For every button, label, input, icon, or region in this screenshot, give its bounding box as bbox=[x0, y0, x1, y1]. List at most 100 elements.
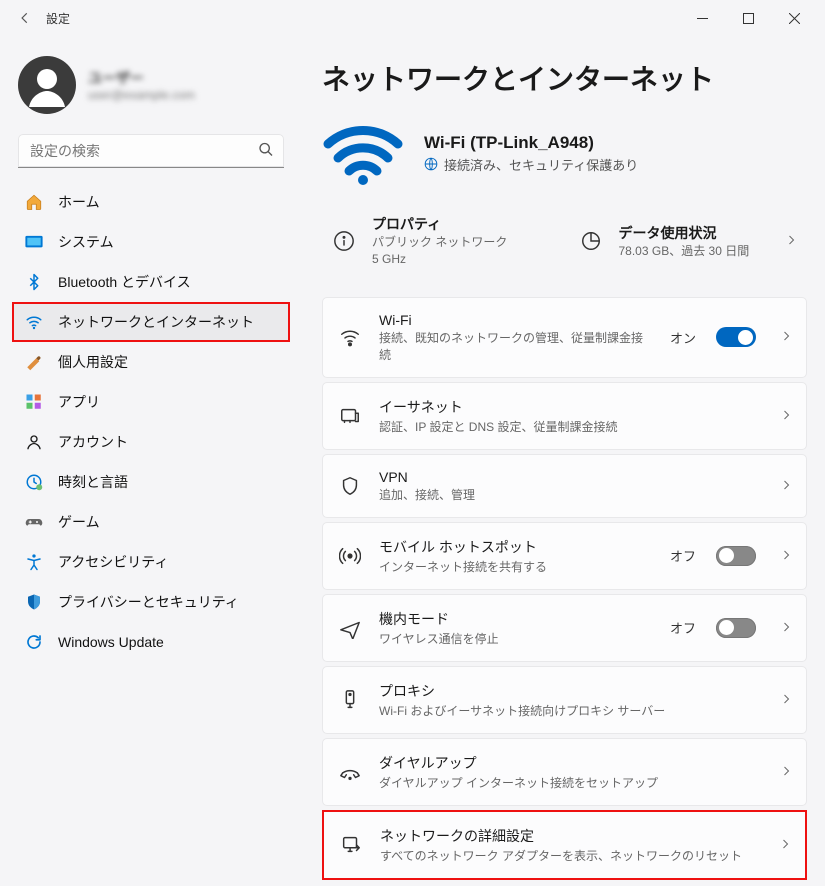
tile-proxy[interactable]: プロキシ Wi-Fi およびイーサネット接続向けプロキシ サーバー bbox=[322, 666, 807, 734]
tile-title: モバイル ホットスポット bbox=[379, 537, 654, 557]
chevron-right-icon bbox=[772, 764, 792, 780]
wifi-status-icon bbox=[322, 118, 404, 188]
sidebar-item-label: システム bbox=[58, 232, 114, 252]
tile-title: プロキシ bbox=[379, 681, 756, 701]
wifi-ssid: Wi-Fi (TP-Link_A948) bbox=[424, 133, 638, 153]
sidebar-item-personalize[interactable]: 個人用設定 bbox=[12, 342, 290, 382]
main-panel: ネットワークとインターネット Wi-Fi (TP-Link_A948) 接続済み… bbox=[300, 36, 825, 886]
quick-item-usage[interactable]: データ使用状況 78.03 GB、過去 30 日間 bbox=[569, 206, 808, 277]
sidebar-item-system[interactable]: システム bbox=[12, 222, 290, 262]
sidebar-item-label: アクセシビリティ bbox=[58, 552, 168, 572]
tile-hotspot[interactable]: モバイル ホットスポット インターネット接続を共有する オフ bbox=[322, 522, 807, 590]
quick-title: プロパティ bbox=[372, 214, 555, 234]
avatar bbox=[18, 56, 76, 114]
tile-advanced[interactable]: ネットワークの詳細設定 すべてのネットワーク アダプターを表示、ネットワークのリ… bbox=[322, 810, 807, 880]
wifi-status-sub: 接続済み、セキュリティ保護あり bbox=[444, 155, 638, 174]
tile-ethernet[interactable]: イーサネット 認証、IP 設定と DNS 設定、従量制課金接続 bbox=[322, 382, 807, 450]
airplane-icon bbox=[337, 615, 363, 641]
search-input[interactable] bbox=[18, 134, 284, 168]
toggle-switch[interactable] bbox=[716, 327, 756, 347]
sidebar-item-apps[interactable]: アプリ bbox=[12, 382, 290, 422]
sidebar-item-label: 個人用設定 bbox=[58, 352, 128, 372]
account-icon bbox=[24, 432, 44, 452]
chevron-right-icon bbox=[781, 233, 801, 249]
bluetooth-icon bbox=[24, 272, 44, 292]
sidebar-item-label: 時刻と言語 bbox=[58, 472, 128, 492]
system-icon bbox=[24, 232, 44, 252]
sidebar-item-time[interactable]: 時刻と言語 bbox=[12, 462, 290, 502]
page-title: ネットワークとインターネット bbox=[322, 58, 807, 98]
gaming-icon bbox=[24, 512, 44, 532]
vpn-icon bbox=[337, 473, 363, 499]
profile-card[interactable]: ユーザー user@example.com bbox=[8, 48, 294, 130]
sidebar-item-label: ホーム bbox=[58, 192, 100, 212]
toggle-label: オフ bbox=[670, 618, 696, 637]
tile-sub: 追加、接続、管理 bbox=[379, 486, 756, 503]
sidebar-item-accessibility[interactable]: アクセシビリティ bbox=[12, 542, 290, 582]
sidebar-item-label: プライバシーとセキュリティ bbox=[58, 592, 239, 612]
update-icon bbox=[24, 632, 44, 652]
sidebar-item-gaming[interactable]: ゲーム bbox=[12, 502, 290, 542]
toggle-switch[interactable] bbox=[716, 546, 756, 566]
search-icon bbox=[258, 142, 274, 161]
sidebar-item-label: アプリ bbox=[58, 392, 100, 412]
quick-item-info[interactable]: プロパティ パブリック ネットワーク5 GHz bbox=[322, 206, 561, 277]
quick-title: データ使用状況 bbox=[619, 223, 770, 243]
tile-sub: 認証、IP 設定と DNS 設定、従量制課金接続 bbox=[379, 418, 756, 435]
info-icon bbox=[328, 225, 360, 257]
usage-icon bbox=[575, 225, 607, 257]
chevron-right-icon bbox=[772, 548, 792, 564]
tile-wifi[interactable]: Wi-Fi 接続、既知のネットワークの管理、従量制課金接続 オン bbox=[322, 297, 807, 378]
chevron-right-icon bbox=[772, 329, 792, 345]
sidebar-item-update[interactable]: Windows Update bbox=[12, 622, 290, 662]
globe-icon bbox=[424, 157, 438, 171]
minimize-button[interactable] bbox=[679, 1, 725, 35]
window-title: 設定 bbox=[46, 10, 70, 27]
toggle-switch[interactable] bbox=[716, 618, 756, 638]
chevron-right-icon bbox=[771, 837, 791, 853]
privacy-icon bbox=[24, 592, 44, 612]
hotspot-icon bbox=[337, 543, 363, 569]
tile-title: VPN bbox=[379, 469, 756, 485]
sidebar: ユーザー user@example.com ホーム システム Bluetooth… bbox=[0, 36, 300, 886]
profile-name: ユーザー bbox=[88, 68, 195, 88]
tile-title: Wi-Fi bbox=[379, 312, 654, 328]
chevron-right-icon bbox=[772, 408, 792, 424]
sidebar-item-account[interactable]: アカウント bbox=[12, 422, 290, 462]
time-icon bbox=[24, 472, 44, 492]
sidebar-item-label: Windows Update bbox=[58, 634, 164, 650]
tile-dialup[interactable]: ダイヤルアップ ダイヤルアップ インターネット接続をセットアップ bbox=[322, 738, 807, 806]
tile-sub: すべてのネットワーク アダプターを表示、ネットワークのリセット bbox=[380, 847, 755, 864]
sidebar-item-network[interactable]: ネットワークとインターネット bbox=[12, 302, 290, 342]
close-button[interactable] bbox=[771, 1, 817, 35]
tile-title: ダイヤルアップ bbox=[379, 753, 756, 773]
tile-sub: 接続、既知のネットワークの管理、従量制課金接続 bbox=[379, 329, 654, 363]
chevron-right-icon bbox=[772, 478, 792, 494]
sidebar-item-home[interactable]: ホーム bbox=[12, 182, 290, 222]
personalize-icon bbox=[24, 352, 44, 372]
sidebar-item-label: ネットワークとインターネット bbox=[58, 312, 254, 332]
apps-icon bbox=[24, 392, 44, 412]
quick-sub: 78.03 GB、過去 30 日間 bbox=[619, 243, 770, 260]
quick-row: プロパティ パブリック ネットワーク5 GHz データ使用状況 78.03 GB… bbox=[322, 206, 807, 277]
tile-sub: ワイヤレス通信を停止 bbox=[379, 630, 654, 647]
tile-sub: ダイヤルアップ インターネット接続をセットアップ bbox=[379, 774, 756, 791]
home-icon bbox=[24, 192, 44, 212]
sidebar-item-privacy[interactable]: プライバシーとセキュリティ bbox=[12, 582, 290, 622]
advanced-icon bbox=[338, 832, 364, 858]
maximize-button[interactable] bbox=[725, 1, 771, 35]
titlebar: 設定 bbox=[0, 0, 825, 36]
toggle-label: オフ bbox=[670, 546, 696, 565]
tile-title: イーサネット bbox=[379, 397, 756, 417]
tile-title: 機内モード bbox=[379, 609, 654, 629]
sidebar-item-bluetooth[interactable]: Bluetooth とデバイス bbox=[12, 262, 290, 302]
proxy-icon bbox=[337, 687, 363, 713]
tile-list: Wi-Fi 接続、既知のネットワークの管理、従量制課金接続 オン イーサネット … bbox=[322, 297, 807, 880]
chevron-right-icon bbox=[772, 692, 792, 708]
tile-airplane[interactable]: 機内モード ワイヤレス通信を停止 オフ bbox=[322, 594, 807, 662]
tile-vpn[interactable]: VPN 追加、接続、管理 bbox=[322, 454, 807, 518]
profile-email: user@example.com bbox=[88, 88, 195, 102]
accessibility-icon bbox=[24, 552, 44, 572]
tile-sub: Wi-Fi およびイーサネット接続向けプロキシ サーバー bbox=[379, 702, 756, 719]
back-button[interactable] bbox=[8, 1, 42, 35]
